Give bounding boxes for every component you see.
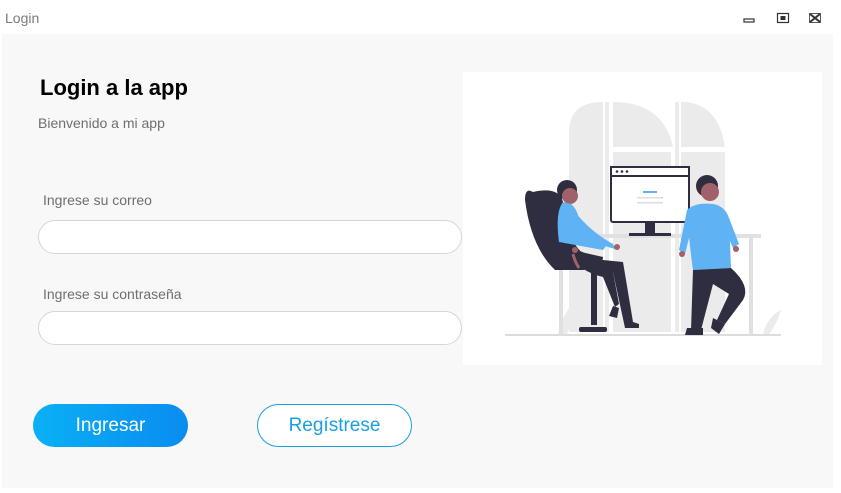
login-button[interactable]: Ingresar — [33, 404, 188, 447]
page-title: Login a la app — [40, 75, 188, 100]
password-label: Ingrese su contraseña — [43, 286, 182, 302]
login-window: Login Login a la app Bienvenido a mi app… — [0, 0, 841, 493]
minimize-icon[interactable] — [742, 11, 756, 25]
email-field[interactable] — [38, 220, 462, 254]
register-button[interactable]: Regístrese — [257, 404, 412, 447]
title-bar: Login — [0, 0, 841, 34]
window-title: Login — [5, 10, 40, 26]
password-field[interactable] — [38, 311, 462, 345]
email-label: Ingrese su correo — [43, 192, 152, 208]
restore-icon[interactable] — [776, 11, 790, 25]
content-panel: Login a la app Bienvenido a mi app Ingre… — [2, 34, 833, 488]
close-icon[interactable] — [808, 11, 822, 25]
page-subtitle: Bienvenido a mi app — [38, 115, 165, 131]
illustration-panel — [463, 72, 822, 365]
people-at-computer-illustration — [505, 102, 781, 336]
